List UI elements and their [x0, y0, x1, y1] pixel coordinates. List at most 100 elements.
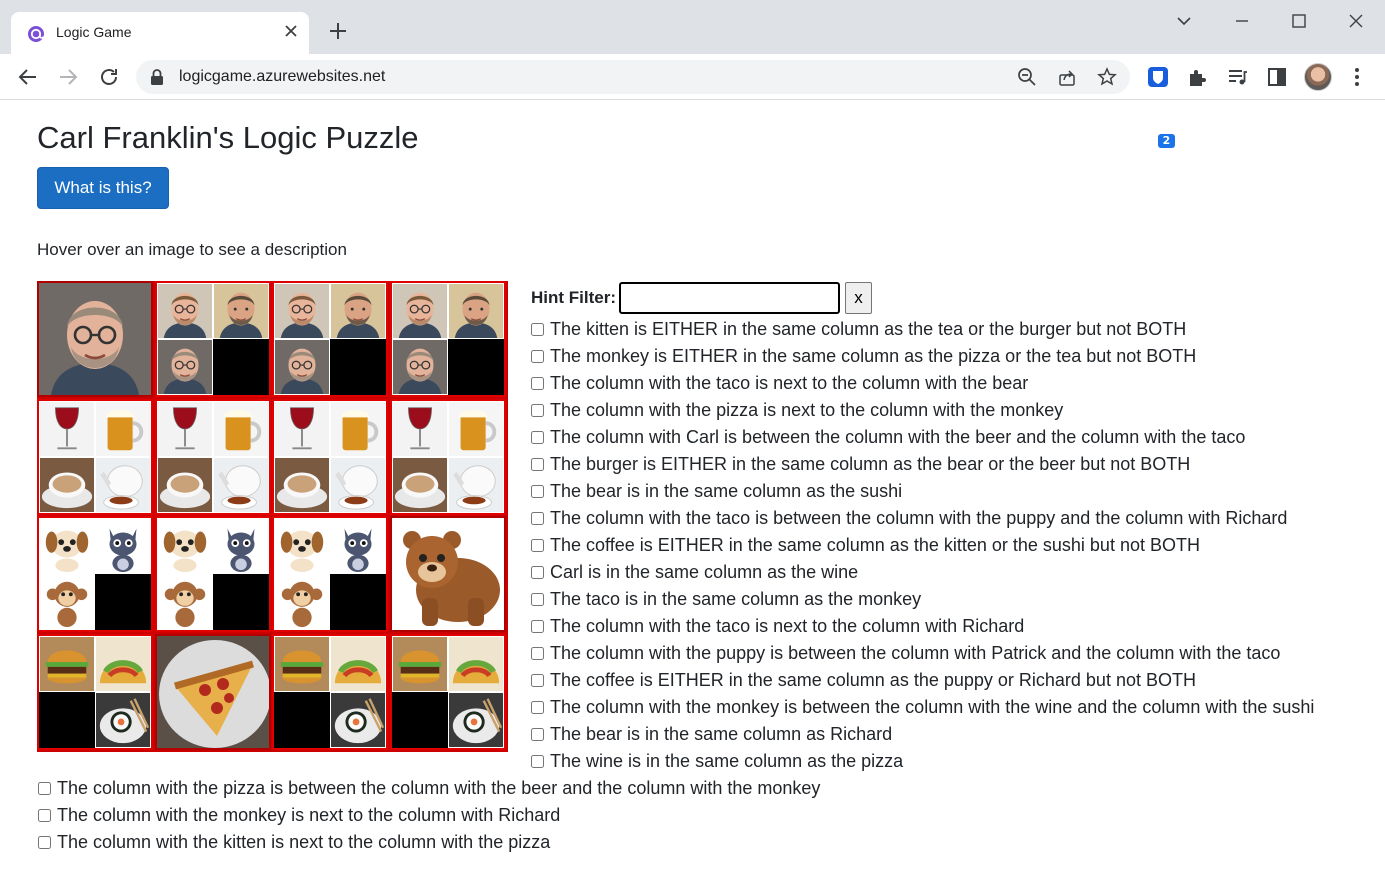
- puppy-option-image[interactable]: [156, 518, 213, 574]
- clue-checkbox[interactable]: [531, 755, 544, 768]
- grid-cell-drinks-col3[interactable]: [272, 398, 388, 515]
- burger-option-image[interactable]: [391, 635, 448, 692]
- burger-option-image[interactable]: [39, 635, 95, 692]
- puppy-option-image[interactable]: [274, 518, 330, 574]
- wine-option-image[interactable]: [274, 400, 330, 457]
- close-tab-icon[interactable]: [283, 23, 299, 39]
- burger-option-image[interactable]: [274, 635, 330, 692]
- clue-checkbox[interactable]: [38, 836, 51, 849]
- clue-checkbox[interactable]: [531, 647, 544, 660]
- patrick-option-image[interactable]: [156, 283, 213, 339]
- maximize-icon[interactable]: [1288, 10, 1310, 32]
- coffee-option-image[interactable]: [274, 456, 330, 513]
- what-is-this-button[interactable]: What is this?: [37, 167, 169, 209]
- taco-option-image[interactable]: [95, 635, 151, 692]
- share-icon[interactable]: [1057, 67, 1077, 87]
- clue-checkbox[interactable]: [531, 539, 544, 552]
- hint-filter-input[interactable]: [619, 282, 840, 314]
- tea-option-image[interactable]: [95, 456, 151, 513]
- richard-option-image[interactable]: [447, 283, 504, 339]
- kitten-option-image[interactable]: [212, 518, 269, 574]
- grid-cell-drinks-col4[interactable]: [389, 398, 506, 515]
- tab-search-chevron-icon[interactable]: [1173, 10, 1195, 32]
- grid-cell-animals-col4[interactable]: [389, 516, 506, 632]
- tea-option-image[interactable]: [330, 456, 386, 513]
- zoom-icon[interactable]: [1017, 67, 1037, 87]
- reload-icon[interactable]: [97, 65, 121, 89]
- wine-option-image[interactable]: [39, 400, 95, 457]
- wine-option-image[interactable]: [156, 400, 213, 457]
- beer-option-image[interactable]: [447, 400, 504, 457]
- clue-checkbox[interactable]: [531, 674, 544, 687]
- sushi-option-image[interactable]: [95, 691, 151, 748]
- clue-checkbox[interactable]: [531, 728, 544, 741]
- clue-checkbox[interactable]: [531, 620, 544, 633]
- grid-cell-people-col1[interactable]: [37, 281, 153, 397]
- kitten-option-image[interactable]: [95, 518, 151, 574]
- grid-cell-foods-col3[interactable]: [272, 633, 388, 750]
- bookmark-star-icon[interactable]: [1097, 67, 1117, 87]
- wine-option-image[interactable]: [391, 400, 448, 457]
- clue-checkbox[interactable]: [531, 350, 544, 363]
- monkey-option-image[interactable]: [274, 574, 330, 630]
- bear-image[interactable]: [391, 518, 504, 630]
- kitten-option-image[interactable]: [330, 518, 386, 574]
- taco-option-image[interactable]: [447, 635, 504, 692]
- clue-checkbox[interactable]: [531, 701, 544, 714]
- carl-image[interactable]: [39, 283, 151, 395]
- richard-option-image[interactable]: [330, 283, 386, 339]
- beer-option-image[interactable]: [330, 400, 386, 457]
- bitwarden-extension-icon[interactable]: [1146, 65, 1170, 89]
- browser-tab[interactable]: Logic Game: [11, 12, 309, 54]
- tea-option-image[interactable]: [447, 456, 504, 513]
- grid-cell-animals-col3[interactable]: [272, 516, 388, 632]
- carl-option-image[interactable]: [156, 339, 213, 395]
- clue-checkbox[interactable]: [38, 782, 51, 795]
- tea-option-image[interactable]: [212, 456, 269, 513]
- clue-checkbox[interactable]: [531, 512, 544, 525]
- clue-checkbox[interactable]: [531, 431, 544, 444]
- clear-filter-button[interactable]: x: [845, 282, 872, 314]
- new-tab-icon[interactable]: [328, 21, 348, 41]
- clue-checkbox[interactable]: [531, 323, 544, 336]
- taco-option-image[interactable]: [330, 635, 386, 692]
- media-queue-icon[interactable]: [1226, 65, 1250, 89]
- patrick-option-image[interactable]: [274, 283, 330, 339]
- address-bar[interactable]: logicgame.azurewebsites.net: [136, 60, 1130, 94]
- grid-cell-people-col2[interactable]: [154, 281, 271, 397]
- beer-option-image[interactable]: [95, 400, 151, 457]
- clue-checkbox[interactable]: [531, 485, 544, 498]
- extensions-puzzle-icon[interactable]: [1186, 65, 1210, 89]
- clue-checkbox[interactable]: [531, 377, 544, 390]
- carl-option-image[interactable]: [391, 339, 448, 395]
- grid-cell-people-col3[interactable]: [272, 281, 388, 397]
- richard-option-image[interactable]: [212, 283, 269, 339]
- profile-avatar[interactable]: [1304, 63, 1332, 91]
- beer-option-image[interactable]: [212, 400, 269, 457]
- clue-checkbox[interactable]: [531, 593, 544, 606]
- grid-cell-animals-col1[interactable]: [37, 516, 153, 632]
- side-panel-icon[interactable]: [1265, 65, 1289, 89]
- grid-cell-drinks-col2[interactable]: [154, 398, 271, 515]
- puppy-option-image[interactable]: [39, 518, 95, 574]
- kebab-menu-icon[interactable]: [1345, 65, 1369, 89]
- grid-cell-foods-col4[interactable]: [389, 633, 506, 750]
- clue-checkbox[interactable]: [531, 566, 544, 579]
- back-arrow-icon[interactable]: [16, 65, 40, 89]
- clue-checkbox[interactable]: [38, 809, 51, 822]
- monkey-option-image[interactable]: [39, 574, 95, 630]
- grid-cell-people-col4[interactable]: [389, 281, 506, 397]
- grid-cell-drinks-col1[interactable]: [37, 398, 153, 515]
- grid-cell-foods-col1[interactable]: [37, 633, 153, 750]
- coffee-option-image[interactable]: [39, 456, 95, 513]
- carl-option-image[interactable]: [274, 339, 330, 395]
- monkey-option-image[interactable]: [156, 574, 213, 630]
- pizza-image[interactable]: [156, 635, 269, 748]
- coffee-option-image[interactable]: [391, 456, 448, 513]
- sushi-option-image[interactable]: [447, 691, 504, 748]
- clue-checkbox[interactable]: [531, 404, 544, 417]
- minimize-icon[interactable]: [1231, 10, 1253, 32]
- sushi-option-image[interactable]: [330, 691, 386, 748]
- clue-checkbox[interactable]: [531, 458, 544, 471]
- forward-arrow-icon[interactable]: [56, 65, 80, 89]
